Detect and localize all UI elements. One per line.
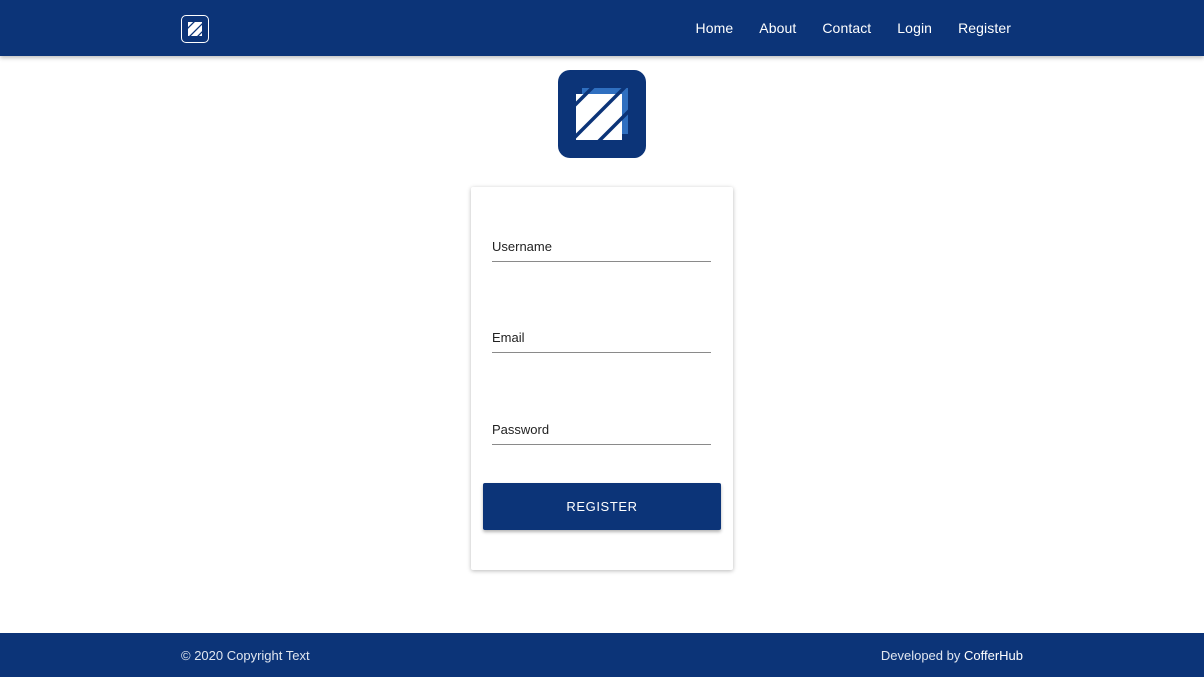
main-logo: [558, 70, 646, 158]
username-input[interactable]: [492, 232, 711, 261]
nav-link-register[interactable]: Register: [958, 20, 1011, 36]
developed-by: Developed by CofferHub: [881, 648, 1023, 663]
nav-link-home[interactable]: Home: [696, 20, 734, 36]
logo-icon: [576, 88, 628, 140]
brand-logo-link[interactable]: [181, 15, 209, 43]
navbar: Home About Contact Login Register: [0, 0, 1204, 56]
username-field-wrapper: [492, 232, 711, 262]
nav-links: Home About Contact Login Register: [670, 0, 1012, 56]
logo-icon: [188, 22, 202, 36]
password-input[interactable]: [492, 415, 711, 444]
email-input[interactable]: [492, 323, 711, 352]
register-form: REGISTER: [471, 187, 733, 570]
developed-by-prefix: Developed by: [880, 648, 964, 663]
nav-link-about[interactable]: About: [759, 20, 796, 36]
nav-link-login[interactable]: Login: [897, 20, 932, 36]
developer-link[interactable]: CofferHub: [964, 648, 1023, 663]
copyright-text: © 2020 Copyright Text: [181, 648, 310, 663]
register-button[interactable]: REGISTER: [483, 483, 721, 530]
footer: © 2020 Copyright Text Developed by Coffe…: [0, 633, 1204, 677]
email-field-wrapper: [492, 323, 711, 353]
password-field-wrapper: [492, 415, 711, 445]
nav-link-contact[interactable]: Contact: [822, 20, 871, 36]
